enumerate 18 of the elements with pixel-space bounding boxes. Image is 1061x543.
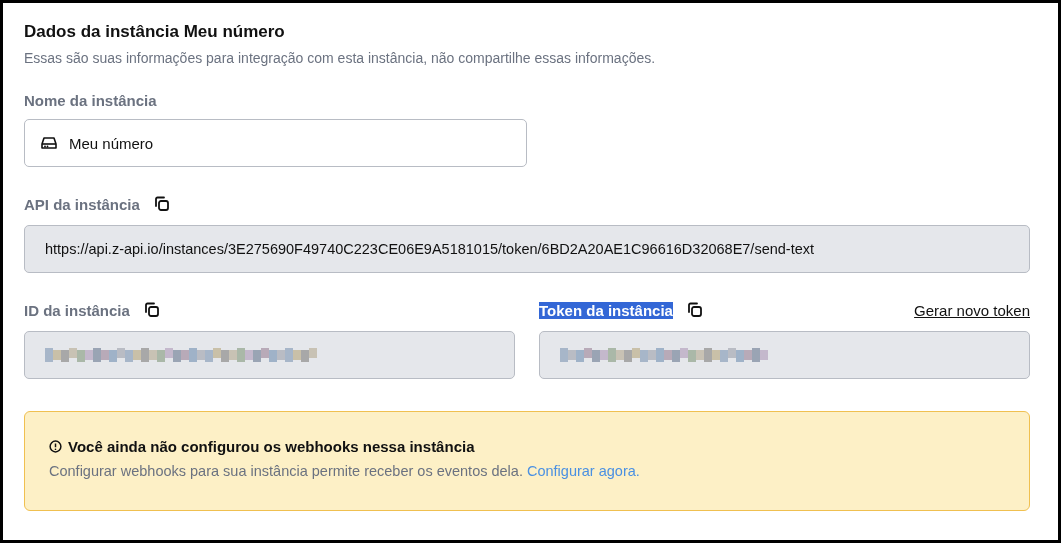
section-description: Essas são suas informações para integração com esta instância, não compartilhe essas informações. bbox=[24, 50, 657, 66]
generate-token-link[interactable]: Gerar novo token bbox=[914, 301, 1030, 319]
copy-icon[interactable] bbox=[143, 302, 160, 318]
alert-title: Você ainda não configurou os webhooks nessa instância bbox=[68, 438, 475, 455]
copy-icon[interactable] bbox=[153, 196, 170, 212]
field-label: API da instância bbox=[24, 195, 140, 213]
copy-icon[interactable] bbox=[686, 302, 703, 318]
field-label: Token da instância bbox=[539, 301, 673, 319]
drive-icon bbox=[41, 136, 57, 150]
token-field[interactable] bbox=[539, 331, 1030, 379]
field-label: Nome da instância bbox=[24, 92, 158, 109]
name-input[interactable]: Meu número bbox=[24, 119, 527, 167]
exclamation-circle-icon bbox=[49, 440, 62, 453]
id-field[interactable] bbox=[24, 331, 515, 379]
field-label: ID da instância bbox=[24, 301, 130, 319]
api-url-field[interactable]: https://api.z-api.io/instances/3E275690F49740C223CE06E9A5181015/token/6BD2A20AE1C96616D32068E7/send-text bbox=[24, 225, 1030, 273]
section-title: Dados da instância Meu número bbox=[24, 22, 286, 42]
alert-message: Configurar webhooks para sua instância permite receber os eventos dela. Configurar agora. bbox=[49, 463, 641, 479]
